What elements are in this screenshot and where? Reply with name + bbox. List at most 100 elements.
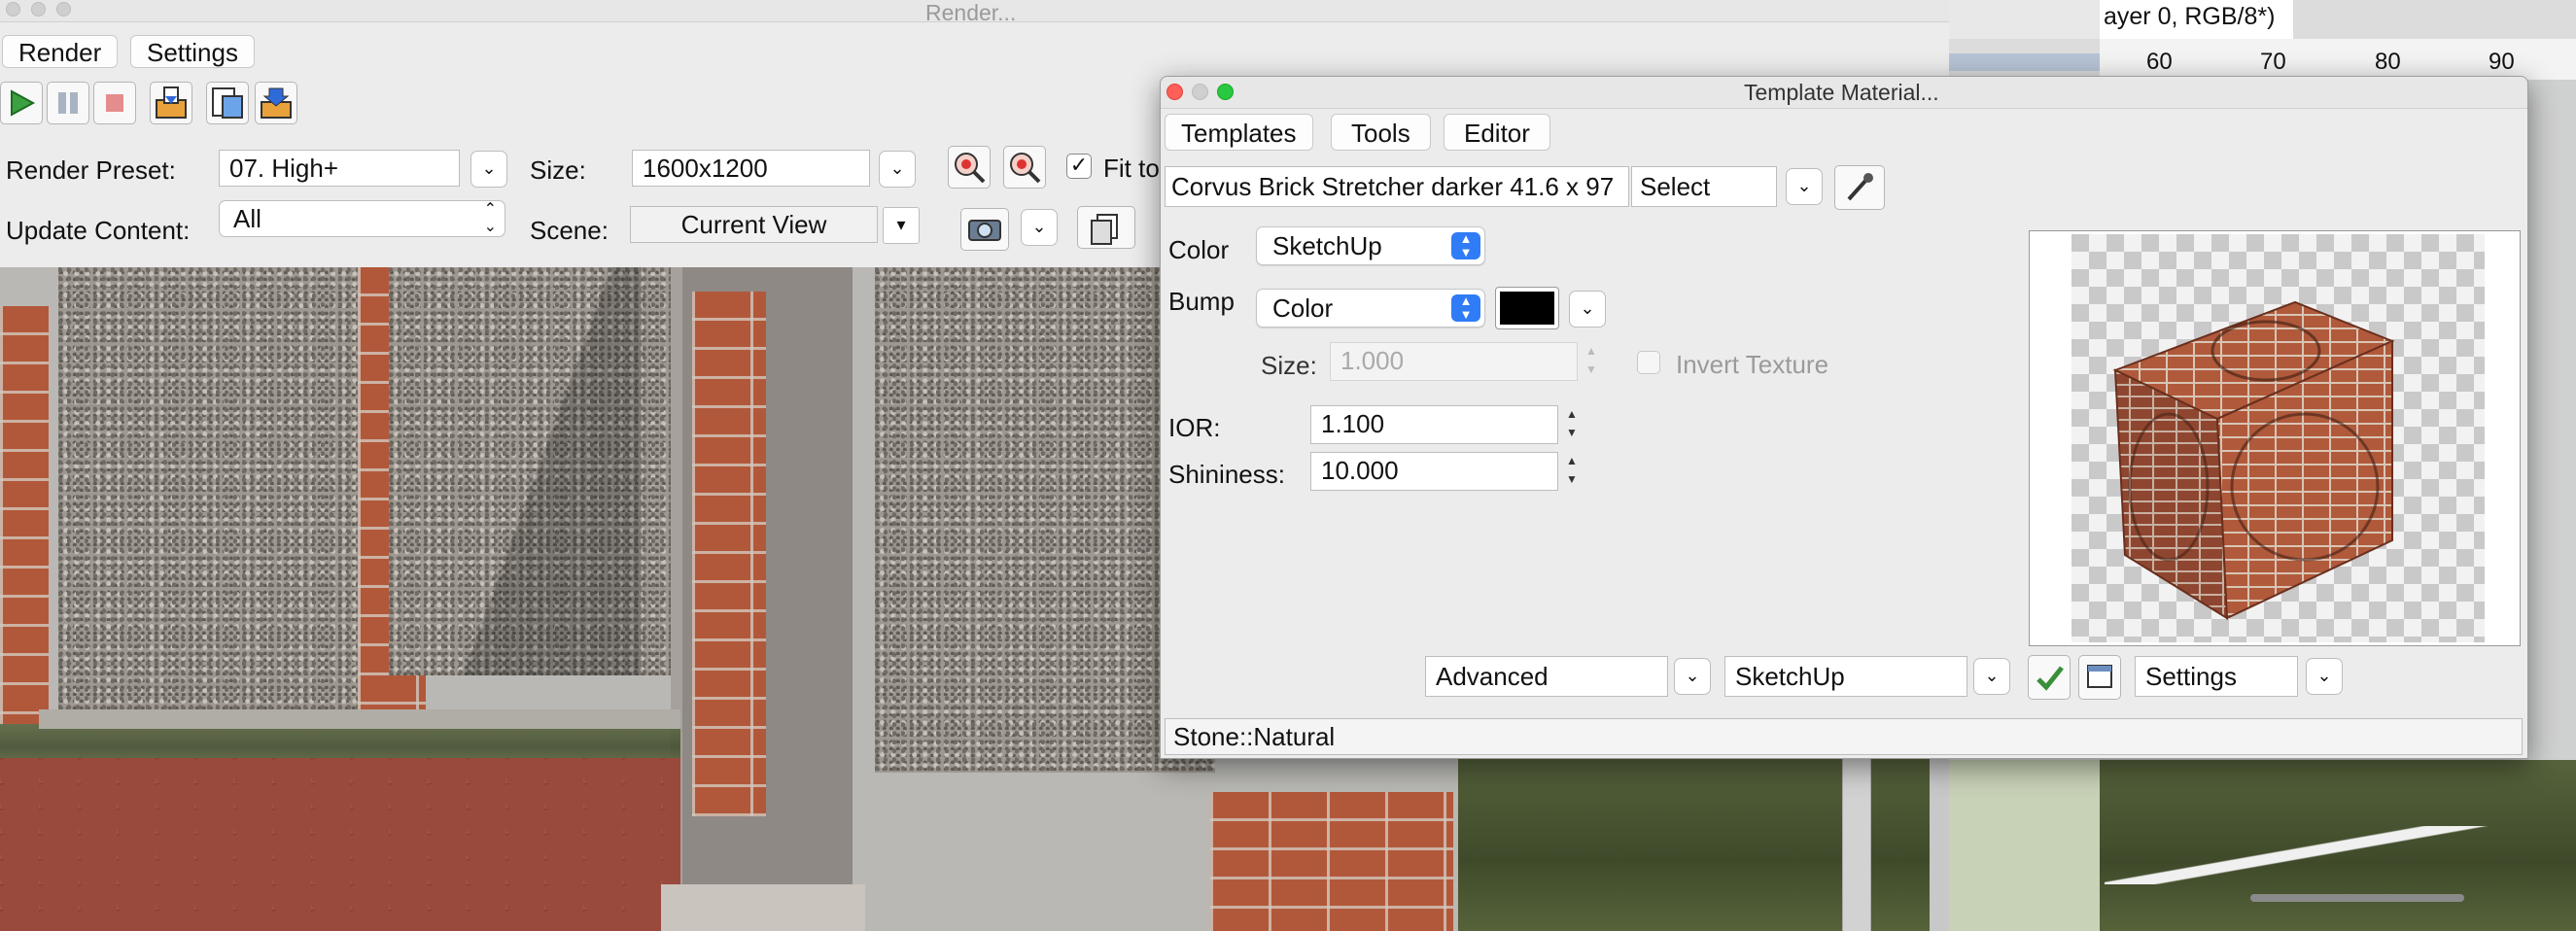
chevron-down-icon: ⌄ (481, 158, 497, 178)
pause-render-button[interactable] (47, 82, 89, 124)
chevron-down-icon: ⌄ (1796, 176, 1812, 195)
zoom-in-icon (955, 153, 986, 184)
render-titlebar: Render... (0, 0, 1949, 25)
scene-field[interactable]: Current View (630, 206, 878, 243)
shininess-field[interactable]: 10.000 (1310, 452, 1558, 491)
bump-color-swatch[interactable] (1495, 287, 1559, 329)
minimize-button[interactable] (31, 2, 46, 17)
zoom-button[interactable] (56, 2, 71, 17)
engine-dropdown[interactable]: ⌄ (1973, 658, 2010, 695)
color-select[interactable]: SketchUp ▲ ▼ (1256, 226, 1485, 265)
material-name-field[interactable]: Corvus Brick Stretcher darker 41.6 x 97 (1165, 166, 1629, 207)
tab-render[interactable]: Render (2, 35, 119, 68)
close-button[interactable] (1166, 84, 1183, 100)
fit-to-label: Fit to (1103, 154, 1160, 183)
bump-size-stepper[interactable]: ▲ ▼ (1581, 342, 1602, 381)
play-icon (11, 89, 36, 117)
ruler-tick-label: 90 (2489, 49, 2515, 75)
import-icon (156, 86, 187, 119)
render-preset-field[interactable]: 07. High+ (219, 150, 460, 187)
zoom-out-button[interactable] (1003, 146, 1046, 189)
horizontal-scrollbar[interactable] (2250, 894, 2464, 902)
scene-dropdown[interactable]: ▾ (883, 207, 920, 244)
chevron-down-icon: ⌄ (1685, 666, 1700, 685)
tab-editor[interactable]: Editor (1444, 114, 1550, 151)
tab-templates[interactable]: Templates (1165, 114, 1313, 151)
stop-render-button[interactable] (93, 82, 136, 124)
close-button[interactable] (6, 2, 20, 17)
document-title: ayer 0, RGB/8*) (2100, 0, 2293, 40)
minimize-button[interactable] (1192, 84, 1208, 100)
bump-select[interactable]: Color ▲ ▼ (1256, 289, 1485, 328)
ior-label: IOR: (1168, 413, 1221, 442)
checkmark-icon (2036, 666, 2064, 691)
pause-icon (58, 92, 78, 114)
mode-dropdown[interactable]: ⌄ (1674, 658, 1711, 695)
stop-icon (106, 94, 123, 112)
bump-color-dropdown[interactable]: ⌄ (1569, 291, 1606, 328)
preview-floor (2071, 234, 2485, 642)
granite-wall-left (58, 267, 369, 724)
updown-arrows-icon: ▲ ▼ (1451, 294, 1480, 322)
size-field[interactable]: 1600x1200 (632, 150, 870, 187)
ior-stepper[interactable]: ▲ ▼ (1561, 405, 1583, 444)
update-content-select[interactable]: All ⌃ ⌄ (219, 200, 505, 237)
chevron-down-icon: ⌄ (1031, 217, 1047, 236)
export-button[interactable] (206, 82, 249, 124)
ruler-tick-label: 60 (2146, 49, 2173, 75)
bump-size-field[interactable]: 1.000 (1330, 342, 1578, 381)
settings-dropdown[interactable]: ⌄ (2306, 658, 2343, 695)
camera-dropdown[interactable]: ⌄ (1021, 209, 1058, 246)
bump-select-value: Color (1272, 293, 1334, 323)
checkmark-icon: ✓ (1069, 153, 1089, 177)
apply-button[interactable] (2028, 655, 2071, 700)
camera-button[interactable] (960, 208, 1009, 251)
chevron-down-icon: ⌄ (2316, 666, 2332, 685)
material-preview-frame (2029, 230, 2521, 646)
ior-field[interactable]: 1.100 (1310, 405, 1558, 444)
save-button[interactable] (255, 82, 297, 124)
size-label: Size: (1261, 351, 1317, 380)
color-label: Color (1168, 235, 1230, 264)
import-button[interactable] (150, 82, 192, 124)
updown-arrows-icon: ⌃ ⌄ (483, 201, 497, 235)
select-dropdown[interactable]: ⌄ (1786, 168, 1823, 205)
notes-button[interactable] (2078, 655, 2121, 700)
caret-down-icon: ▾ (896, 215, 906, 234)
update-content-label: Update Content: (6, 216, 191, 245)
render-preset-dropdown[interactable]: ⌄ (470, 151, 507, 188)
ruler-tick-label: 70 (2260, 49, 2286, 75)
material-titlebar: Template Material... (1161, 77, 2527, 109)
zoom-button[interactable] (1217, 84, 1234, 100)
fit-to-checkbox[interactable]: ✓ (1066, 154, 1092, 179)
status-bar: Stone::Natural (1165, 718, 2523, 755)
export-icon (212, 87, 243, 119)
size-dropdown[interactable]: ⌄ (879, 151, 916, 188)
settings-field[interactable]: Settings (2135, 656, 2298, 697)
save-icon (261, 87, 292, 119)
preview-cube-icon (2112, 300, 2395, 620)
mode-field[interactable]: Advanced (1425, 656, 1668, 697)
copy-view-button[interactable] (1077, 206, 1135, 249)
brick-wall-lower (1210, 792, 1453, 931)
editor-tab-highlight (1949, 53, 2100, 71)
eyedropper-button[interactable] (1834, 165, 1885, 210)
ruler-tick-label: 80 (2375, 49, 2401, 75)
editor-sidebar-thumb (1949, 760, 2100, 931)
render-window-title: Render... (925, 0, 1017, 25)
copy-icon (1091, 214, 1118, 245)
invert-texture-checkbox[interactable] (1637, 351, 1660, 374)
zoom-in-button[interactable] (948, 146, 991, 189)
update-content-value: All (233, 204, 261, 233)
tab-tools[interactable]: Tools (1331, 114, 1431, 151)
select-field[interactable]: Select (1631, 166, 1777, 207)
shininess-stepper[interactable]: ▲ ▼ (1561, 452, 1583, 491)
bump-color-fill (1500, 292, 1554, 325)
start-render-button[interactable] (0, 82, 43, 124)
tab-settings[interactable]: Settings (130, 35, 255, 68)
chevron-down-icon: ⌄ (889, 158, 905, 178)
eyedropper-icon (1847, 173, 1873, 201)
camera-icon (968, 220, 1001, 241)
engine-field[interactable]: SketchUp (1724, 656, 1967, 697)
document-icon (2087, 665, 2112, 688)
